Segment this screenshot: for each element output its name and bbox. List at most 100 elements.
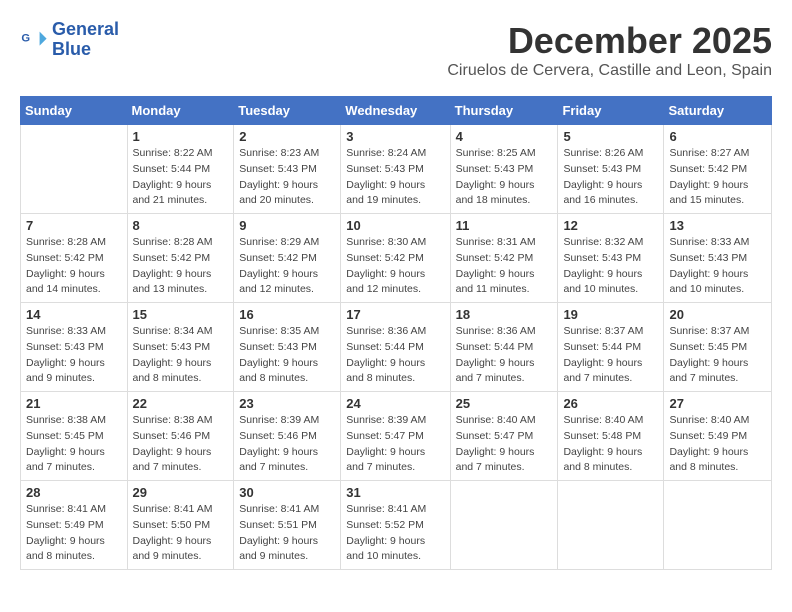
weekday-header-wednesday: Wednesday bbox=[341, 97, 450, 125]
day-info: Sunrise: 8:37 AMSunset: 5:45 PMDaylight:… bbox=[669, 324, 766, 387]
day-number: 18 bbox=[456, 307, 553, 322]
calendar-cell: 26 Sunrise: 8:40 AMSunset: 5:48 PMDayligh… bbox=[558, 392, 664, 481]
calendar-cell: 2 Sunrise: 8:23 AMSunset: 5:43 PMDaylight… bbox=[234, 125, 341, 214]
calendar-cell: 25 Sunrise: 8:40 AMSunset: 5:47 PMDayligh… bbox=[450, 392, 558, 481]
day-number: 17 bbox=[346, 307, 444, 322]
day-info: Sunrise: 8:32 AMSunset: 5:43 PMDaylight:… bbox=[563, 235, 658, 298]
weekday-header-saturday: Saturday bbox=[664, 97, 772, 125]
calendar-week-4: 21Sunrise: 8:38 AMSunset: 5:45 PMDayligh… bbox=[21, 392, 772, 481]
day-number: 24 bbox=[346, 396, 444, 411]
day-info: Sunrise: 8:39 AMSunset: 5:47 PMDaylight:… bbox=[346, 413, 444, 476]
day-number: 20 bbox=[669, 307, 766, 322]
day-info: Sunrise: 8:40 AMSunset: 5:49 PMDaylight:… bbox=[669, 413, 766, 476]
calendar-cell: 8Sunrise: 8:28 AMSunset: 5:42 PMDaylight… bbox=[127, 214, 234, 303]
calendar-cell bbox=[21, 125, 128, 214]
logo-line2: Blue bbox=[52, 40, 119, 60]
weekday-header-thursday: Thursday bbox=[450, 97, 558, 125]
calendar-cell: 10 Sunrise: 8:30 AMSunset: 5:42 PMDayligh… bbox=[341, 214, 450, 303]
weekday-header-friday: Friday bbox=[558, 97, 664, 125]
day-number: 30 bbox=[239, 485, 335, 500]
calendar-cell: 4 Sunrise: 8:25 AMSunset: 5:43 PMDaylight… bbox=[450, 125, 558, 214]
day-info: Sunrise: 8:38 AMSunset: 5:45 PMDaylight:… bbox=[26, 413, 122, 476]
logo: G General Blue bbox=[20, 20, 119, 60]
day-number: 11 bbox=[456, 218, 553, 233]
day-number: 12 bbox=[563, 218, 658, 233]
day-info: Sunrise: 8:34 AMSunset: 5:43 PMDaylight:… bbox=[133, 324, 229, 387]
day-info: Sunrise: 8:41 AMSunset: 5:51 PMDaylight:… bbox=[239, 502, 335, 565]
day-info: Sunrise: 8:39 AMSunset: 5:46 PMDaylight:… bbox=[239, 413, 335, 476]
page-title: December 2025 bbox=[447, 20, 772, 62]
calendar-cell: 18 Sunrise: 8:36 AMSunset: 5:44 PMDayligh… bbox=[450, 303, 558, 392]
day-number: 3 bbox=[346, 129, 444, 144]
day-info: Sunrise: 8:29 AMSunset: 5:42 PMDaylight:… bbox=[239, 235, 335, 298]
day-number: 25 bbox=[456, 396, 553, 411]
calendar-cell: 31 Sunrise: 8:41 AMSunset: 5:52 PMDayligh… bbox=[341, 481, 450, 570]
day-number: 29 bbox=[133, 485, 229, 500]
day-info: Sunrise: 8:28 AMSunset: 5:42 PMDaylight:… bbox=[26, 235, 122, 298]
calendar-cell bbox=[664, 481, 772, 570]
calendar-cell: 9Sunrise: 8:29 AMSunset: 5:42 PMDaylight… bbox=[234, 214, 341, 303]
day-number: 28 bbox=[26, 485, 122, 500]
logo-line1: General bbox=[52, 20, 119, 40]
day-number: 6 bbox=[669, 129, 766, 144]
weekday-header-sunday: Sunday bbox=[21, 97, 128, 125]
calendar-cell: 16 Sunrise: 8:35 AMSunset: 5:43 PMDayligh… bbox=[234, 303, 341, 392]
day-info: Sunrise: 8:26 AMSunset: 5:43 PMDaylight:… bbox=[563, 146, 658, 209]
day-info: Sunrise: 8:40 AMSunset: 5:47 PMDaylight:… bbox=[456, 413, 553, 476]
day-number: 13 bbox=[669, 218, 766, 233]
calendar-cell: 27Sunrise: 8:40 AMSunset: 5:49 PMDayligh… bbox=[664, 392, 772, 481]
calendar-cell: 6 Sunrise: 8:27 AMSunset: 5:42 PMDaylight… bbox=[664, 125, 772, 214]
calendar-cell: 13 Sunrise: 8:33 AMSunset: 5:43 PMDayligh… bbox=[664, 214, 772, 303]
day-number: 15 bbox=[133, 307, 229, 322]
day-number: 22 bbox=[133, 396, 229, 411]
calendar-cell: 30 Sunrise: 8:41 AMSunset: 5:51 PMDayligh… bbox=[234, 481, 341, 570]
calendar-cell: 11 Sunrise: 8:31 AMSunset: 5:42 PMDayligh… bbox=[450, 214, 558, 303]
calendar-cell: 12 Sunrise: 8:32 AMSunset: 5:43 PMDayligh… bbox=[558, 214, 664, 303]
location-subtitle: Ciruelos de Cervera, Castille and Leon, … bbox=[447, 62, 772, 80]
day-info: Sunrise: 8:24 AMSunset: 5:43 PMDaylight:… bbox=[346, 146, 444, 209]
day-info: Sunrise: 8:36 AMSunset: 5:44 PMDaylight:… bbox=[346, 324, 444, 387]
calendar-cell: 1 Sunrise: 8:22 AMSunset: 5:44 PMDaylight… bbox=[127, 125, 234, 214]
day-number: 14 bbox=[26, 307, 122, 322]
calendar-cell: 7 Sunrise: 8:28 AMSunset: 5:42 PMDaylight… bbox=[21, 214, 128, 303]
calendar-cell: 28Sunrise: 8:41 AMSunset: 5:49 PMDayligh… bbox=[21, 481, 128, 570]
day-number: 19 bbox=[563, 307, 658, 322]
calendar-cell: 3 Sunrise: 8:24 AMSunset: 5:43 PMDaylight… bbox=[341, 125, 450, 214]
day-info: Sunrise: 8:38 AMSunset: 5:46 PMDaylight:… bbox=[133, 413, 229, 476]
calendar-cell: 24 Sunrise: 8:39 AMSunset: 5:47 PMDayligh… bbox=[341, 392, 450, 481]
calendar-week-1: 1 Sunrise: 8:22 AMSunset: 5:44 PMDaylight… bbox=[21, 125, 772, 214]
day-number: 26 bbox=[563, 396, 658, 411]
day-info: Sunrise: 8:35 AMSunset: 5:43 PMDaylight:… bbox=[239, 324, 335, 387]
calendar-week-5: 28Sunrise: 8:41 AMSunset: 5:49 PMDayligh… bbox=[21, 481, 772, 570]
day-info: Sunrise: 8:36 AMSunset: 5:44 PMDaylight:… bbox=[456, 324, 553, 387]
calendar-cell bbox=[450, 481, 558, 570]
calendar-cell: 21Sunrise: 8:38 AMSunset: 5:45 PMDayligh… bbox=[21, 392, 128, 481]
day-info: Sunrise: 8:41 AMSunset: 5:52 PMDaylight:… bbox=[346, 502, 444, 565]
calendar-cell: 20 Sunrise: 8:37 AMSunset: 5:45 PMDayligh… bbox=[664, 303, 772, 392]
day-number: 10 bbox=[346, 218, 444, 233]
day-info: Sunrise: 8:25 AMSunset: 5:43 PMDaylight:… bbox=[456, 146, 553, 209]
day-number: 2 bbox=[239, 129, 335, 144]
day-number: 4 bbox=[456, 129, 553, 144]
calendar-cell: 23 Sunrise: 8:39 AMSunset: 5:46 PMDayligh… bbox=[234, 392, 341, 481]
weekday-header-tuesday: Tuesday bbox=[234, 97, 341, 125]
day-number: 5 bbox=[563, 129, 658, 144]
day-info: Sunrise: 8:30 AMSunset: 5:42 PMDaylight:… bbox=[346, 235, 444, 298]
weekday-header-monday: Monday bbox=[127, 97, 234, 125]
day-info: Sunrise: 8:23 AMSunset: 5:43 PMDaylight:… bbox=[239, 146, 335, 209]
day-number: 31 bbox=[346, 485, 444, 500]
calendar-cell bbox=[558, 481, 664, 570]
day-info: Sunrise: 8:40 AMSunset: 5:48 PMDaylight:… bbox=[563, 413, 658, 476]
day-number: 7 bbox=[26, 218, 122, 233]
day-info: Sunrise: 8:27 AMSunset: 5:42 PMDaylight:… bbox=[669, 146, 766, 209]
day-info: Sunrise: 8:37 AMSunset: 5:44 PMDaylight:… bbox=[563, 324, 658, 387]
day-info: Sunrise: 8:31 AMSunset: 5:42 PMDaylight:… bbox=[456, 235, 553, 298]
calendar-cell: 19 Sunrise: 8:37 AMSunset: 5:44 PMDayligh… bbox=[558, 303, 664, 392]
day-number: 23 bbox=[239, 396, 335, 411]
day-number: 1 bbox=[133, 129, 229, 144]
calendar-week-3: 14Sunrise: 8:33 AMSunset: 5:43 PMDayligh… bbox=[21, 303, 772, 392]
day-info: Sunrise: 8:22 AMSunset: 5:44 PMDaylight:… bbox=[133, 146, 229, 209]
day-info: Sunrise: 8:33 AMSunset: 5:43 PMDaylight:… bbox=[669, 235, 766, 298]
day-number: 16 bbox=[239, 307, 335, 322]
calendar-cell: 5 Sunrise: 8:26 AMSunset: 5:43 PMDaylight… bbox=[558, 125, 664, 214]
